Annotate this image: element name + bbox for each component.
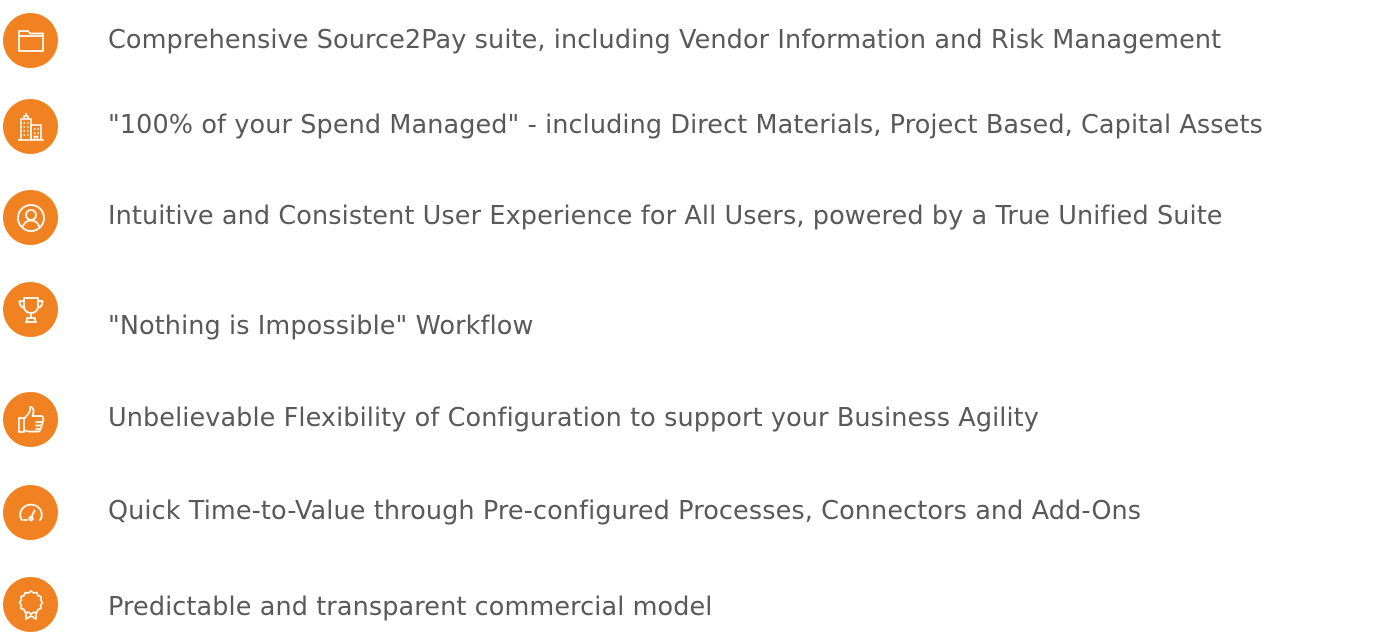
feature-text: Intuitive and Consistent User Experience… [108,201,1223,231]
feature-text: "100% of your Spend Managed" - including… [108,110,1263,140]
feature-item-time-to-value: Quick Time-to-Value through Pre-configur… [0,456,1397,540]
feature-text: "Nothing is Impossible" Workflow [108,311,534,341]
feature-text: Comprehensive Source2Pay suite, includin… [108,25,1222,55]
feature-item-flexibility: Unbelievable Flexibility of Configuratio… [0,364,1397,447]
user-icon [3,190,58,245]
folder-icon [3,13,58,68]
thumbs-up-icon [3,392,58,447]
buildings-icon [3,99,58,154]
feature-text: Quick Time-to-Value through Pre-configur… [108,496,1142,526]
feature-item-workflow: "Nothing is Impossible" Workflow [0,272,1397,352]
feature-list: Comprehensive Source2Pay suite, includin… [0,0,1397,640]
feature-text: Unbelievable Flexibility of Configuratio… [108,403,1039,433]
trophy-icon [3,282,58,337]
feature-item-user-experience: Intuitive and Consistent User Experience… [0,182,1397,262]
feature-text: Predictable and transparent commercial m… [108,592,713,622]
speedometer-icon [3,485,58,540]
award-ribbon-icon [3,577,58,632]
feature-item-spend-managed: "100% of your Spend Managed" - including… [0,90,1397,170]
feature-item-source2pay: Comprehensive Source2Pay suite, includin… [0,0,1397,80]
feature-item-commercial-model: Predictable and transparent commercial m… [0,560,1397,640]
